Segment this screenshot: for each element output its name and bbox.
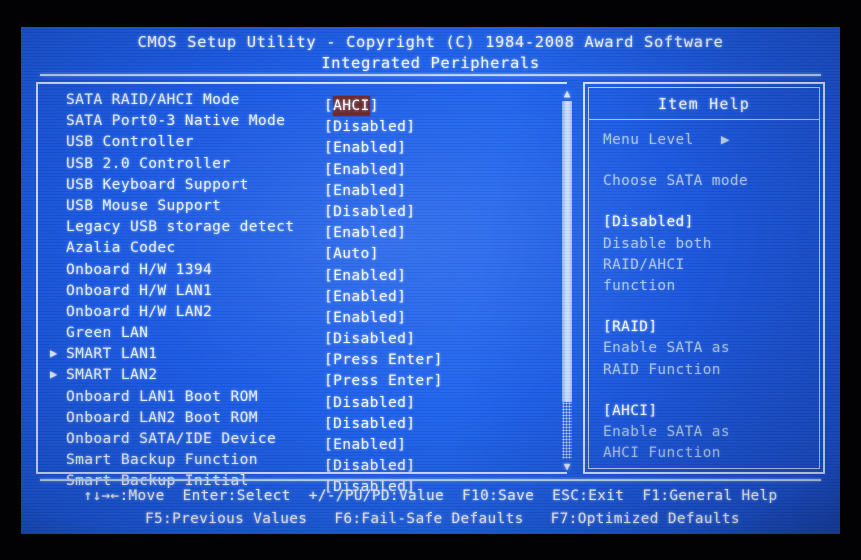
scroll-down-arrow-icon[interactable]: ▼ — [561, 461, 573, 472]
help-option-detail-line: function — [603, 278, 676, 295]
help-option-detail-line: Enable SATA as — [603, 424, 730, 441]
setting-row[interactable]: USB Mouse Support [Disabled] — [66, 195, 536, 220]
setting-label: SMART LAN2 — [66, 366, 158, 384]
setting-label: Legacy USB storage detect — [66, 218, 295, 236]
main-content-area: SATA RAID/AHCI Mode [AHCI] SATA Port0-3 Na… — [36, 82, 825, 496]
help-option-detail-line: Disable both — [603, 235, 712, 252]
item-help-panel: Item Help Menu Level ▶ Choose SATA mode [D… — [583, 82, 825, 474]
item-help-description: Choose SATA mode — [603, 173, 749, 190]
setting-label: Azalia Codec — [66, 239, 176, 257]
setting-row[interactable]: SATA Port0-3 Native Mode [Disabled] — [66, 110, 536, 135]
setting-label: USB Controller — [66, 133, 194, 151]
item-help-title: Item Help — [589, 88, 819, 120]
help-spacer — [603, 192, 813, 212]
setting-row[interactable]: Legacy USB storage detect [Enabled] — [66, 216, 536, 241]
footer-line-1: ↑↓→←:Move Enter:Select +/-/PU/PD:Value F… — [83, 488, 778, 504]
menu-level-arrow-icon: ▶ — [720, 132, 730, 148]
setting-row[interactable]: ▶ SMART LAN2 [Press Enter] — [50, 364, 536, 389]
footer-keybindings: ↑↓→←:Move Enter:Select +/-/PU/PD:Value F… — [21, 485, 840, 531]
screen-title-block: CMOS Setup Utility - Copyright (C) 1984-… — [21, 32, 840, 74]
footer-line-2: F5:Previous Values F6:Fail-Safe Defaults… — [145, 511, 740, 527]
scroll-up-arrow-icon[interactable]: ▲ — [561, 88, 573, 99]
setting-label: Onboard H/W 1394 — [66, 260, 213, 278]
scrollbar-thumb[interactable] — [562, 101, 572, 402]
help-option-detail-line: AHCI Function — [603, 445, 721, 462]
setting-row[interactable]: Onboard H/W LAN2 [Enabled] — [66, 301, 536, 326]
setting-row[interactable]: Smart Backup Function [Disabled] — [66, 449, 536, 474]
setting-row[interactable]: ▶ SMART LAN1 [Press Enter] — [50, 343, 536, 368]
setting-label: Onboard LAN2 Boot ROM — [66, 408, 258, 426]
setting-row[interactable]: Onboard LAN2 Boot ROM [Disabled] — [66, 407, 536, 432]
page-title: CMOS Setup Utility - Copyright (C) 1984-… — [137, 33, 724, 51]
setting-row[interactable]: Onboard LAN1 Boot ROM [Disabled] — [66, 386, 536, 411]
setting-row[interactable]: Onboard H/W LAN1 [Enabled] — [66, 280, 536, 305]
settings-list[interactable]: SATA RAID/AHCI Mode [AHCI] SATA Port0-3 Na… — [50, 89, 536, 496]
setting-row[interactable]: Onboard SATA/IDE Device [Enabled] — [66, 428, 536, 453]
setting-label: USB Mouse Support — [66, 196, 222, 214]
help-spacer — [603, 151, 813, 171]
setting-label: Onboard H/W LAN1 — [66, 281, 213, 299]
submenu-arrow-icon: ▶ — [50, 367, 58, 382]
scrollbar-track-dither — [562, 402, 572, 459]
page-subtitle: Integrated Peripherals — [321, 54, 540, 72]
help-spacer — [603, 381, 813, 401]
menu-level-label: Menu Level — [603, 132, 694, 148]
settings-scrollbar[interactable]: ▲ ▼ — [560, 88, 574, 472]
help-option-detail-line: RAID Function — [603, 361, 721, 378]
monitor-photo-frame: CMOS Setup Utility - Copyright (C) 1984-… — [0, 0, 861, 560]
setting-label: Onboard H/W LAN2 — [66, 302, 213, 320]
setting-label: Onboard LAN1 Boot ROM — [66, 387, 258, 405]
setting-row[interactable]: USB Keyboard Support [Enabled] — [66, 174, 536, 199]
setting-row[interactable]: USB 2.0 Controller [Enabled] — [66, 153, 536, 178]
setting-label: Green LAN — [66, 324, 149, 342]
setting-label: USB Keyboard Support — [66, 175, 249, 193]
setting-row[interactable]: SATA RAID/AHCI Mode [AHCI] — [66, 89, 536, 117]
help-spacer — [603, 297, 813, 317]
help-option-detail-line: RAID/AHCI — [603, 256, 685, 273]
help-option-name: [AHCI] — [603, 402, 658, 419]
item-help-inner-frame: Item Help Menu Level ▶ Choose SATA mode [D… — [588, 87, 820, 469]
setting-row[interactable]: Onboard H/W 1394 [Enabled] — [66, 259, 536, 284]
setting-label: Onboard SATA/IDE Device — [66, 430, 277, 447]
title-divider — [40, 74, 821, 76]
setting-row[interactable]: Green LAN [Disabled] — [66, 322, 536, 347]
setting-label: SATA RAID/AHCI Mode — [66, 91, 240, 108]
setting-label: SATA Port0-3 Native Mode — [66, 112, 286, 130]
setting-row[interactable]: Azalia Codec [Auto] — [66, 237, 536, 262]
help-option-detail-line: Enable SATA as — [603, 340, 730, 357]
setting-label: Smart Backup Function — [66, 451, 258, 469]
setting-row[interactable]: USB Controller [Enabled] — [66, 131, 536, 156]
menu-level-row: Menu Level ▶ — [603, 130, 813, 151]
submenu-arrow-icon: ▶ — [50, 346, 58, 361]
help-option-name: [Disabled] — [603, 214, 694, 231]
help-option-name: [RAID] — [603, 319, 658, 336]
setting-label: SMART LAN1 — [66, 345, 158, 363]
footer-divider — [40, 479, 821, 481]
bios-setup-screen: CMOS Setup Utility - Copyright (C) 1984-… — [21, 27, 840, 534]
setting-label: USB 2.0 Controller — [66, 154, 231, 172]
item-help-body: Menu Level ▶ Choose SATA mode [Disabled] Di… — [603, 130, 813, 464]
settings-panel: SATA RAID/AHCI Mode [AHCI] SATA Port0-3 Na… — [36, 82, 572, 496]
scrollbar-track[interactable] — [562, 101, 572, 459]
